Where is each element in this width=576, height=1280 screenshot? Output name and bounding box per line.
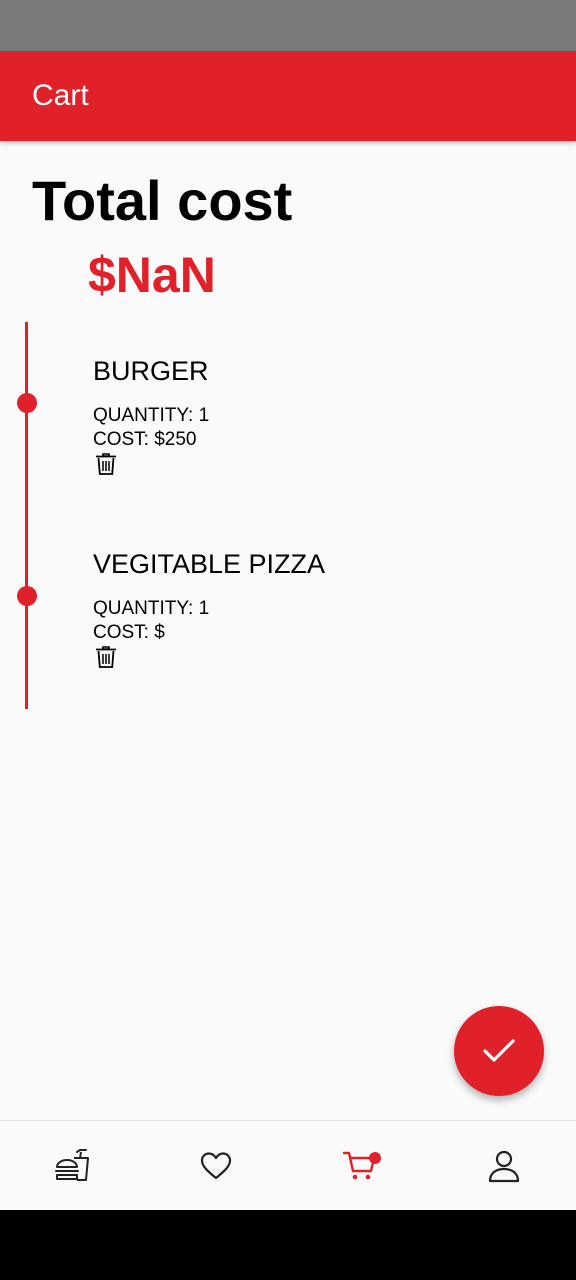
timeline-dot	[17, 393, 37, 413]
trash-icon[interactable]	[95, 452, 117, 476]
total-cost-value: $NaN	[88, 247, 216, 303]
cart-badge	[369, 1152, 381, 1164]
timeline-dot	[17, 586, 37, 606]
cart-item-cost: COST: $250	[93, 429, 197, 450]
page-title: Cart	[32, 79, 89, 112]
total-cost-label: Total cost	[32, 169, 293, 232]
cart-item-name: VEGITABLE PIZZA	[93, 549, 326, 579]
bottom-navigation	[0, 1120, 576, 1211]
checkout-button[interactable]	[454, 1006, 544, 1096]
status-bar	[0, 0, 576, 51]
trash-icon[interactable]	[95, 645, 117, 669]
cart-item-cost: COST: $	[93, 622, 165, 643]
person-icon	[488, 1150, 520, 1183]
app-bar: Cart	[0, 51, 576, 141]
check-icon	[483, 1039, 515, 1062]
cart-item-name: BURGER	[93, 356, 209, 386]
nav-item-food[interactable]	[0, 1121, 144, 1211]
cart-item-quantity: QUANTITY: 1	[93, 598, 210, 619]
nav-item-profile[interactable]	[432, 1121, 576, 1211]
nav-item-cart[interactable]	[288, 1121, 432, 1211]
system-navigation-bar	[0, 1210, 576, 1280]
food-icon	[55, 1149, 89, 1181]
timeline-line	[25, 322, 28, 709]
cart-item-quantity: QUANTITY: 1	[93, 405, 210, 426]
nav-item-favorites[interactable]	[144, 1121, 288, 1211]
heart-icon	[200, 1152, 232, 1180]
